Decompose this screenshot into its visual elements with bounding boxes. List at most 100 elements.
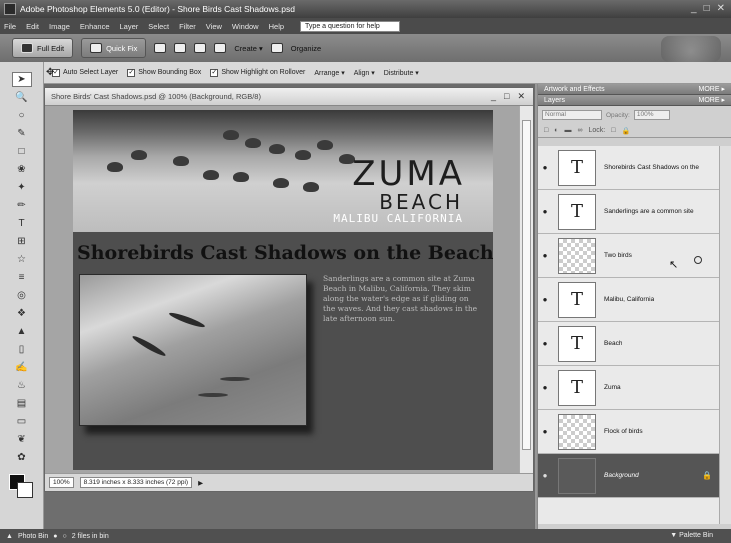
new-layer-icon[interactable]: □ — [544, 127, 548, 134]
document-scrollbar[interactable] — [519, 106, 533, 474]
crop-tool[interactable]: ⊞ — [12, 234, 32, 249]
selection-brush-tool[interactable]: ✏ — [12, 198, 32, 213]
shape-tool[interactable]: ▭ — [12, 414, 32, 429]
doc-minimize-button[interactable]: _ — [491, 91, 496, 102]
marquee-tool[interactable]: □ — [12, 144, 32, 159]
layers-more-button[interactable]: MORE ▸ — [699, 96, 725, 104]
zoom-tool[interactable]: 🔍 — [12, 90, 32, 105]
layer-name: Sanderlings are a common site — [604, 208, 694, 215]
image-canvas[interactable]: ZUMA BEACH MALIBU CALIFORNIA Shorebirds … — [73, 110, 493, 470]
auto-select-checkbox[interactable]: ✓ Auto Select Layer — [52, 68, 118, 77]
canvas-area[interactable]: ZUMA BEACH MALIBU CALIFORNIA Shorebirds … — [45, 106, 521, 474]
layer-row[interactable]: ● T Zuma — [538, 366, 720, 410]
organize-button[interactable]: Organize — [291, 44, 321, 53]
photo-bin-toggle-icon[interactable]: ▲ — [6, 533, 13, 540]
status-menu-arrow[interactable]: ▶ — [198, 479, 203, 487]
background-color[interactable] — [16, 482, 33, 498]
arrange-menu[interactable]: Arrange ▾ — [314, 69, 344, 77]
visibility-eye-icon[interactable]: ● — [538, 163, 552, 172]
artwork-more-button[interactable]: MORE ▸ — [699, 85, 725, 93]
share-icon[interactable] — [174, 43, 187, 53]
layer-row-selected[interactable]: ● Background 🔒 — [538, 454, 720, 498]
visibility-eye-icon[interactable]: ● — [538, 383, 552, 392]
layers-header[interactable]: Layers MORE ▸ — [538, 95, 731, 106]
full-edit-tab[interactable]: Full Edit — [12, 38, 74, 58]
menu-select[interactable]: Select — [148, 22, 169, 31]
show-bounding-checkbox[interactable]: ✓ Show Bounding Box — [127, 68, 201, 77]
sponge-tool[interactable]: ✿ — [12, 450, 32, 465]
doc-close-button[interactable]: ✕ — [517, 91, 525, 102]
help-search-input[interactable]: Type a question for help — [300, 20, 401, 32]
menu-view[interactable]: View — [206, 22, 222, 31]
close-button[interactable]: ✕ — [717, 3, 725, 14]
layer-row[interactable]: ● T Malibu, California — [538, 278, 720, 322]
document-title-bar[interactable]: Shore Birds' Cast Shadows.psd @ 100% (Ba… — [45, 88, 533, 106]
gradient-tool[interactable]: ▤ — [12, 396, 32, 411]
blend-mode-select[interactable]: Normal — [542, 110, 602, 120]
paint-bucket-tool[interactable]: ♨ — [12, 378, 32, 393]
visibility-eye-icon[interactable]: ● — [538, 207, 552, 216]
color-swatches[interactable] — [8, 474, 35, 500]
hand-tool[interactable]: ○ — [12, 108, 32, 123]
layers-scrollbar[interactable] — [719, 146, 731, 524]
eyedropper-tool[interactable]: ✎ — [12, 126, 32, 141]
palette-bin-toggle[interactable]: ▼ Palette Bin — [670, 532, 713, 539]
blur-tool[interactable]: ❦ — [12, 432, 32, 447]
type-tool[interactable]: T — [12, 216, 32, 231]
lock-icon: 🔒 — [702, 471, 712, 480]
visibility-eye-icon[interactable]: ● — [538, 471, 552, 480]
menu-help[interactable]: Help — [269, 22, 284, 31]
scroll-thumb[interactable] — [522, 120, 531, 450]
layer-row[interactable]: ● Two birds — [538, 234, 720, 278]
menu-edit[interactable]: Edit — [26, 22, 39, 31]
menu-filter[interactable]: Filter — [179, 22, 196, 31]
clone-stamp-tool[interactable]: ▲ — [12, 324, 32, 339]
delete-layer-icon[interactable]: ▬ — [564, 127, 571, 134]
layer-row[interactable]: ● T Beach — [538, 322, 720, 366]
layer-name: Flock of birds — [604, 428, 643, 435]
quick-fix-tab[interactable]: Quick Fix — [81, 38, 147, 58]
photo-bin-label[interactable]: Photo Bin — [18, 533, 48, 540]
zoom-field[interactable]: 100% — [49, 477, 74, 488]
link-icon[interactable]: ∞ — [577, 127, 582, 134]
maximize-button[interactable]: □ — [704, 3, 710, 14]
show-highlight-checkbox[interactable]: ✓ Show Highlight on Rollover — [210, 68, 305, 77]
move-tool[interactable]: ➤ — [11, 72, 32, 87]
straighten-tool[interactable]: ≡ — [12, 270, 32, 285]
layer-name: Malibu, California — [604, 296, 655, 303]
spot-healing-tool[interactable]: ❖ — [12, 306, 32, 321]
layer-row[interactable]: ● Flock of birds — [538, 410, 720, 454]
visibility-eye-icon[interactable]: ● — [538, 251, 552, 260]
opacity-field[interactable]: 100% — [633, 110, 670, 120]
bin-actions-icon[interactable]: ● — [53, 533, 57, 540]
doc-maximize-button[interactable]: □ — [504, 91, 509, 102]
visibility-eye-icon[interactable]: ● — [538, 339, 552, 348]
layer-row[interactable]: ● T Shorebirds Cast Shadows on the — [538, 146, 720, 190]
lock-all-icon[interactable]: 🔒 — [621, 127, 630, 135]
adjustment-layer-icon[interactable]: ◐ — [554, 127, 558, 134]
lock-transparent-icon[interactable]: □ — [611, 127, 615, 134]
red-eye-tool[interactable]: ◎ — [12, 288, 32, 303]
magic-wand-tool[interactable]: ✦ — [12, 180, 32, 195]
menu-file[interactable]: File — [4, 22, 16, 31]
create-button[interactable]: Create ▾ — [234, 44, 262, 53]
minimize-button[interactable]: _ — [691, 3, 697, 14]
lasso-tool[interactable]: ❀ — [12, 162, 32, 177]
menu-window[interactable]: Window — [232, 22, 259, 31]
layer-row[interactable]: ● T Sanderlings are a common site — [538, 190, 720, 234]
brush-tool[interactable]: ✍ — [12, 360, 32, 375]
visibility-eye-icon[interactable]: ● — [538, 295, 552, 304]
artwork-effects-header[interactable]: Artwork and Effects MORE ▸ — [538, 84, 731, 95]
menu-layer[interactable]: Layer — [120, 22, 139, 31]
body-text: Sanderlings are a common site at Zuma Be… — [323, 274, 478, 323]
align-menu[interactable]: Align ▾ — [354, 69, 375, 77]
menu-enhance[interactable]: Enhance — [80, 22, 110, 31]
visibility-eye-icon[interactable]: ● — [538, 427, 552, 436]
menu-image[interactable]: Image — [49, 22, 70, 31]
distribute-menu[interactable]: Distribute ▾ — [384, 69, 419, 77]
eraser-tool[interactable]: ▯ — [12, 342, 32, 357]
print-icon[interactable] — [154, 43, 167, 53]
cookie-cutter-tool[interactable]: ☆ — [12, 252, 32, 267]
files-in-bin: 2 files in bin — [71, 532, 109, 540]
undo-icon[interactable] — [194, 43, 207, 53]
